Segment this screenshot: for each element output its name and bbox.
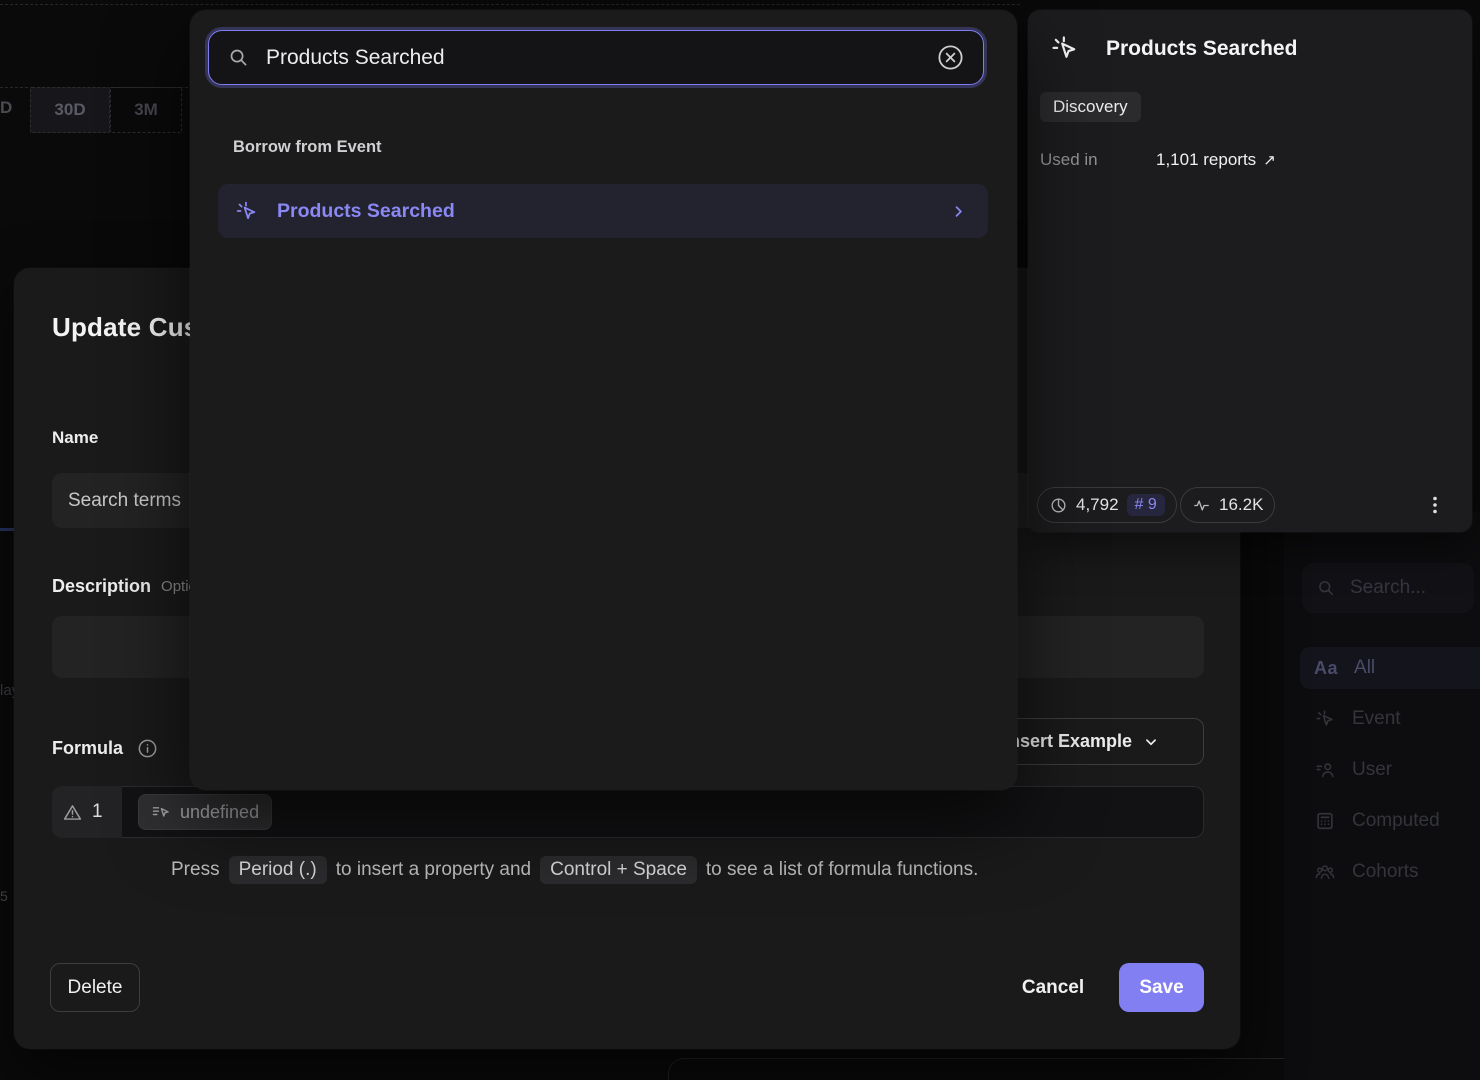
info-icon[interactable] — [136, 737, 159, 760]
event-volume-value: 16.2K — [1219, 495, 1263, 515]
calculator-icon — [1314, 810, 1336, 832]
filter-sidebar: Aa All Event User Computed Cohorts — [1284, 512, 1480, 1080]
activity-pulse-icon — [1192, 496, 1211, 515]
event-search-input[interactable] — [264, 45, 922, 71]
event-volume-pill[interactable]: 16.2K — [1180, 487, 1275, 523]
sidebar-item-label: Computed — [1352, 810, 1440, 832]
chevron-right-icon — [949, 202, 968, 221]
bg-axis-fragment: 5 — [0, 888, 8, 904]
event-count-value: 4,792 — [1076, 495, 1119, 515]
time-range-30d-button[interactable]: 30D — [30, 87, 110, 133]
description-label: Description — [52, 576, 151, 597]
text-type-icon: Aa — [1314, 658, 1338, 679]
delete-button[interactable]: Delete — [50, 963, 140, 1012]
used-in-value: 1,101 reports — [1156, 150, 1256, 170]
user-icon — [1314, 759, 1336, 781]
external-link-icon: ↗ — [1263, 151, 1276, 169]
event-result-label: Products Searched — [277, 200, 949, 223]
event-cursor-icon — [1314, 708, 1336, 730]
sidebar-item-label: Event — [1352, 708, 1401, 730]
save-button[interactable]: Save — [1119, 963, 1204, 1012]
formula-label: Formula — [52, 738, 123, 759]
borrow-from-event-label: Borrow from Event — [233, 138, 382, 157]
formula-input[interactable]: undefined — [122, 786, 1204, 838]
warning-count: 1 — [92, 801, 103, 823]
insert-example-label: Insert Example — [1004, 731, 1132, 752]
sidebar-item-event[interactable]: Event — [1300, 698, 1480, 740]
event-search-field[interactable] — [208, 30, 984, 85]
sidebar-search-input[interactable] — [1348, 576, 1452, 600]
formula-token-chip[interactable]: undefined — [138, 794, 272, 830]
time-range-3m-button[interactable]: 3M — [110, 87, 182, 133]
sidebar-item-label: All — [1354, 657, 1375, 679]
event-result-row[interactable]: Products Searched — [218, 184, 988, 238]
sidebar-item-label: Cohorts — [1352, 861, 1419, 883]
search-icon — [1316, 578, 1336, 598]
delete-label: Delete — [68, 977, 123, 999]
chevron-down-icon — [1142, 733, 1160, 751]
cancel-label: Cancel — [1022, 977, 1084, 999]
hint-middle: to insert a property and — [336, 859, 531, 881]
formula-label-row: Formula — [52, 737, 159, 760]
event-cursor-icon — [1049, 33, 1080, 64]
category-badge: Discovery — [1040, 92, 1141, 122]
hint-press: Press — [171, 859, 220, 881]
more-options-kebab-icon[interactable] — [1423, 492, 1447, 518]
used-in-reports-link[interactable]: 1,101 reports ↗ — [1156, 150, 1276, 170]
save-label: Save — [1139, 977, 1183, 999]
hint-end: to see a list of formula functions. — [706, 859, 978, 881]
sidebar-item-label: User — [1352, 759, 1392, 781]
cancel-button[interactable]: Cancel — [1003, 963, 1103, 1012]
event-rank-chip: # 9 — [1127, 494, 1165, 516]
time-range-partial-button[interactable]: D — [0, 98, 12, 118]
kbd-control-space: Control + Space — [540, 856, 697, 884]
name-label: Name — [52, 428, 98, 448]
sidebar-item-cohorts[interactable]: Cohorts — [1300, 851, 1480, 893]
sidebar-item-computed[interactable]: Computed — [1300, 800, 1480, 842]
warning-icon — [62, 802, 83, 823]
card-title: Products Searched — [1106, 37, 1297, 61]
event-count-pill[interactable]: 4,792 # 9 — [1037, 487, 1177, 523]
formula-token-label: undefined — [180, 802, 259, 823]
sidebar-item-user[interactable]: User — [1300, 749, 1480, 791]
formula-warning-indicator: 1 — [52, 786, 122, 838]
custom-event-icon — [151, 802, 171, 822]
event-cursor-icon — [234, 199, 259, 224]
cohorts-icon — [1314, 861, 1336, 883]
bg-chart-fragment — [0, 528, 14, 531]
kbd-period: Period (.) — [229, 856, 327, 884]
bg-dashed-line-top — [0, 4, 1020, 5]
sidebar-search-field[interactable] — [1302, 563, 1474, 613]
used-in-label: Used in — [1040, 150, 1098, 170]
pie-chart-icon — [1049, 496, 1068, 515]
clear-search-icon[interactable] — [936, 43, 965, 72]
sidebar-item-all[interactable]: Aa All — [1300, 647, 1480, 689]
search-icon — [227, 46, 250, 69]
event-search-dropdown: Borrow from Event Products Searched — [190, 10, 1017, 790]
app-root: D 30D 3M lay 5 Aa All Event User — [0, 0, 1480, 1080]
event-details-card: Products Searched Discovery Used in 1,10… — [1028, 10, 1472, 532]
formula-hint: Press Period (.) to insert a property an… — [171, 856, 978, 884]
